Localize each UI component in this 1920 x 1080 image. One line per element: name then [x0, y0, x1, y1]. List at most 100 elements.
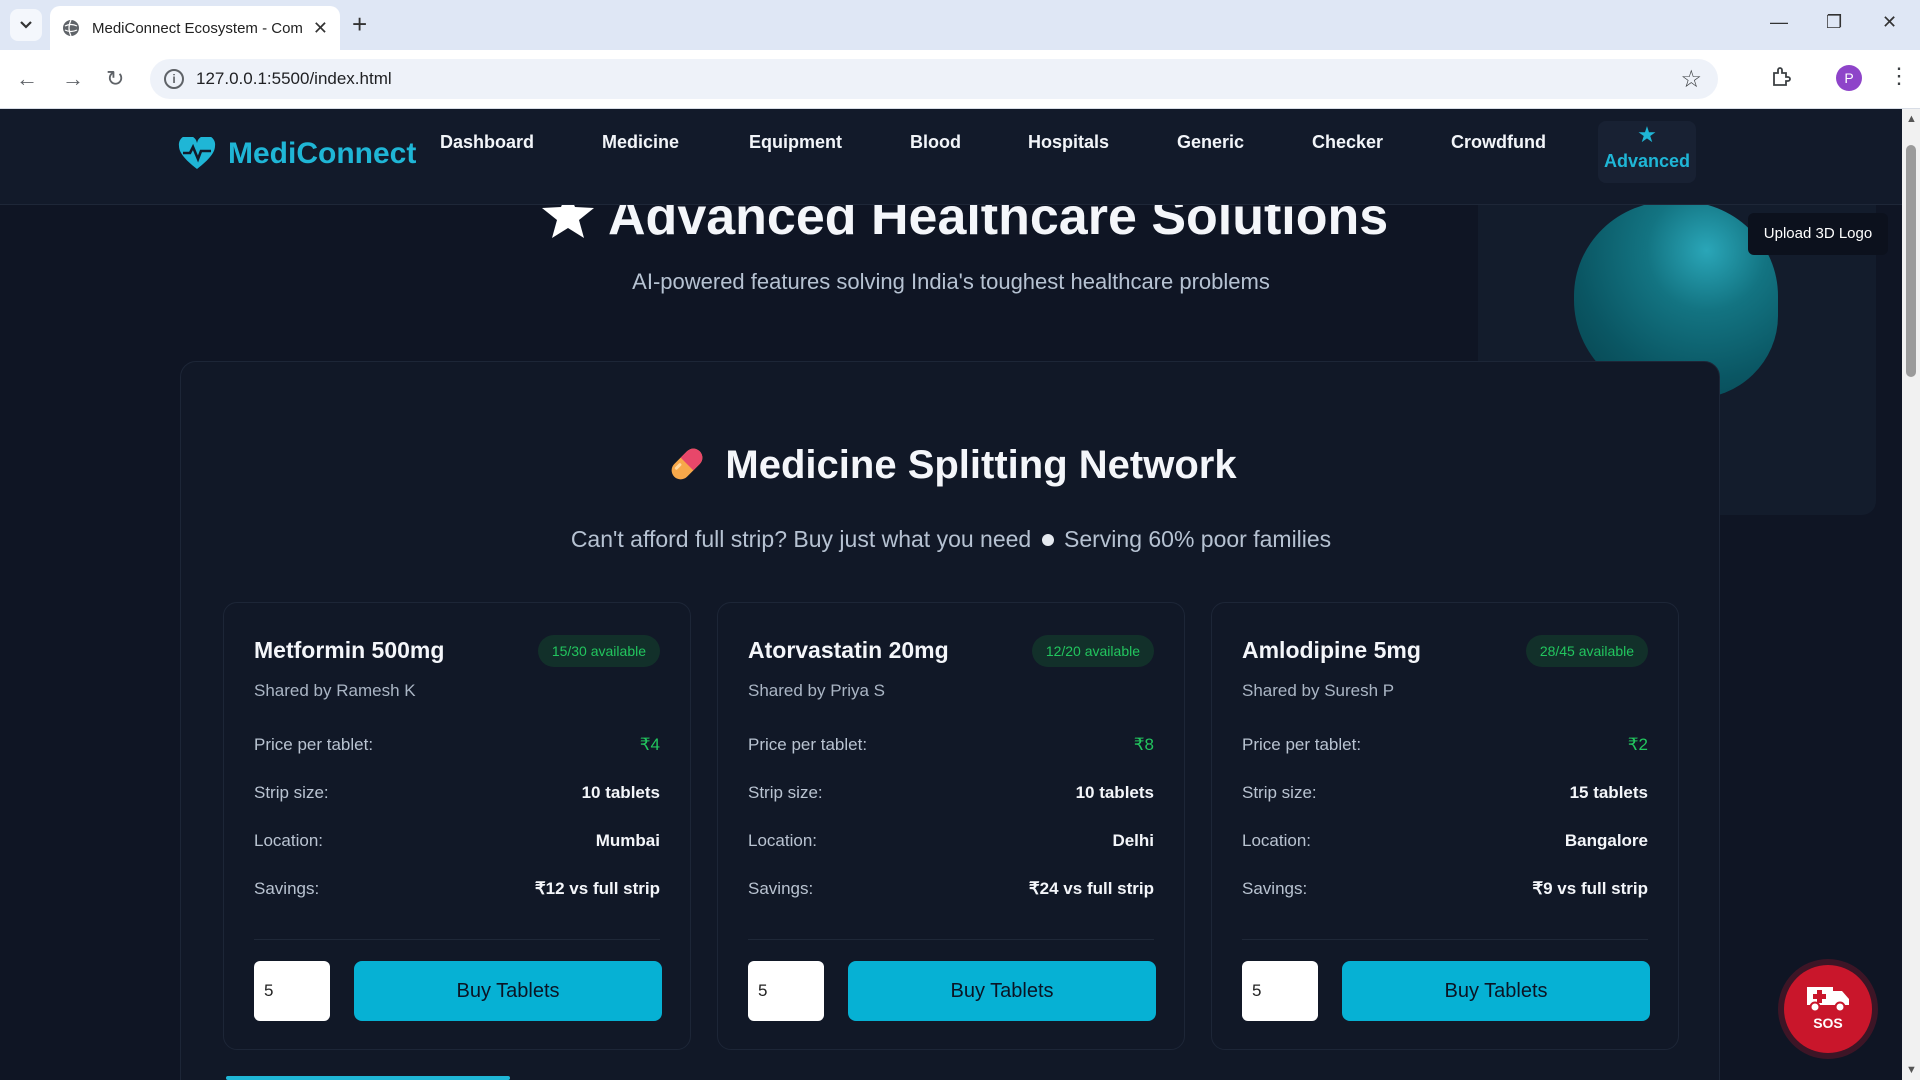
bookmark-star-icon[interactable]: ☆: [1680, 65, 1702, 94]
price-value: ₹4: [639, 735, 660, 754]
tab-close-icon[interactable]: ✕: [313, 18, 328, 39]
bullet-dot: [1041, 534, 1054, 546]
nav-crowdfund[interactable]: Crowdfund: [1451, 132, 1546, 153]
logo-text: MediConnect: [228, 137, 417, 170]
splitting-subtitle-b: Serving 60% poor families: [1064, 526, 1332, 552]
buy-tablets-button[interactable]: Buy Tablets: [1342, 961, 1650, 1021]
browser-tab-active[interactable]: MediConnect Ecosystem - Com ✕: [50, 6, 340, 50]
buy-tablets-button[interactable]: Buy Tablets: [848, 961, 1156, 1021]
page-scrollbar[interactable]: ▲ ▼: [1902, 109, 1920, 1080]
savings-row: Savings: ₹9 vs full strip: [1242, 879, 1648, 903]
location-value: Mumbai: [595, 831, 660, 850]
price-row: Price per tablet: ₹4: [254, 735, 660, 759]
nav-hospitals[interactable]: Hospitals: [1028, 132, 1109, 153]
ambulance-icon: [1807, 987, 1849, 1013]
card-divider: [748, 939, 1154, 940]
splitting-title-text: Medicine Splitting Network: [725, 443, 1237, 487]
heart-pulse-icon: [178, 137, 216, 169]
price-value: ₹2: [1627, 735, 1648, 754]
quantity-input[interactable]: [1242, 961, 1318, 1021]
medicine-splitting-section: Medicine Splitting Network Can't afford …: [180, 361, 1720, 1080]
sos-button[interactable]: SOS: [1784, 965, 1872, 1053]
savings-row: Savings: ₹12 vs full strip: [254, 879, 660, 903]
medicine-name: Metformin 500mg: [254, 637, 445, 663]
nav-advanced[interactable]: ★ Advanced: [1598, 121, 1696, 183]
medicine-card: Atorvastatin 20mg 12/20 available Shared…: [717, 602, 1185, 1050]
nav-medicine[interactable]: Medicine: [602, 132, 679, 153]
browser-menu-icon[interactable]: ⋮: [1888, 64, 1910, 88]
minimize-icon[interactable]: —: [1770, 12, 1788, 33]
savings-label: Savings:: [748, 879, 814, 898]
close-window-icon[interactable]: ✕: [1882, 12, 1897, 33]
card-divider: [254, 939, 660, 940]
location-label: Location:: [1242, 831, 1311, 850]
location-label: Location:: [748, 831, 817, 850]
medicine-card: Metformin 500mg 15/30 available Shared b…: [223, 602, 691, 1050]
scroll-up-icon[interactable]: ▲: [1906, 113, 1917, 125]
site-logo[interactable]: MediConnect: [178, 137, 416, 171]
savings-value: ₹9 vs full strip: [1532, 879, 1648, 898]
reload-icon[interactable]: ↻: [106, 67, 124, 91]
sos-label: SOS: [1813, 1015, 1843, 1031]
location-row: Location: Mumbai: [254, 831, 660, 855]
medicine-card: Amlodipine 5mg 28/45 available Shared by…: [1211, 602, 1679, 1050]
savings-value: ₹12 vs full strip: [534, 879, 660, 898]
restore-icon[interactable]: ❐: [1826, 12, 1842, 33]
back-icon[interactable]: ←: [16, 67, 38, 91]
price-row: Price per tablet: ₹2: [1242, 735, 1648, 759]
quantity-input[interactable]: [748, 961, 824, 1021]
address-bar[interactable]: i 127.0.0.1:5500/index.html ☆: [150, 59, 1718, 99]
new-tab-button[interactable]: +: [352, 10, 367, 38]
star-icon: ★: [1637, 122, 1657, 147]
price-value: ₹8: [1133, 735, 1154, 754]
nav-checker[interactable]: Checker: [1312, 132, 1383, 153]
scroll-thumb[interactable]: [1906, 145, 1916, 377]
strip-row: Strip size: 15 tablets: [1242, 783, 1648, 807]
pill-icon: [672, 448, 703, 480]
location-value: Delhi: [1112, 831, 1154, 850]
tab-title: MediConnect Ecosystem - Com: [92, 19, 302, 37]
savings-value: ₹24 vs full strip: [1028, 879, 1154, 898]
url-text[interactable]: 127.0.0.1:5500/index.html: [196, 69, 392, 89]
quantity-input[interactable]: [254, 961, 330, 1021]
price-label: Price per tablet:: [254, 735, 374, 754]
strip-value: 10 tablets: [581, 783, 660, 802]
strip-label: Strip size:: [254, 783, 329, 802]
scroll-down-icon[interactable]: ▼: [1906, 1064, 1917, 1076]
info-icon[interactable]: i: [164, 69, 184, 89]
buy-tablets-button[interactable]: Buy Tablets: [354, 961, 662, 1021]
next-section-tab-indicator: [226, 1076, 510, 1080]
savings-row: Savings: ₹24 vs full strip: [748, 879, 1154, 903]
chevron-down-icon: [20, 21, 32, 29]
upload-3d-logo-button[interactable]: Upload 3D Logo: [1748, 213, 1888, 255]
savings-label: Savings:: [254, 879, 320, 898]
price-label: Price per tablet:: [1242, 735, 1362, 754]
extensions-icon[interactable]: [1770, 66, 1792, 88]
globe-icon: [63, 19, 79, 37]
nav-dashboard[interactable]: Dashboard: [440, 132, 534, 153]
nav-generic[interactable]: Generic: [1177, 132, 1244, 153]
location-row: Location: Delhi: [748, 831, 1154, 855]
location-row: Location: Bangalore: [1242, 831, 1648, 855]
forward-icon[interactable]: →: [62, 67, 84, 91]
strip-label: Strip size:: [748, 783, 823, 802]
browser-tab-bar: MediConnect Ecosystem - Com ✕ + — ❐ ✕: [0, 0, 1920, 50]
nav-blood[interactable]: Blood: [910, 132, 961, 153]
availability-badge: 15/30 available: [537, 635, 660, 667]
site-navbar: MediConnect Dashboard Medicine Equipment…: [0, 109, 1902, 205]
strip-row: Strip size: 10 tablets: [254, 783, 660, 807]
page-viewport: Advanced Healthcare Solutions AI-powered…: [0, 109, 1902, 1080]
card-divider: [1242, 939, 1648, 940]
availability-badge: 28/45 available: [1525, 635, 1648, 667]
savings-label: Savings:: [1242, 879, 1308, 898]
tab-search-button[interactable]: [10, 9, 42, 41]
location-value: Bangalore: [1564, 831, 1648, 850]
nav-advanced-label: Advanced: [1603, 151, 1691, 171]
strip-label: Strip size:: [1242, 783, 1317, 802]
strip-value: 10 tablets: [1075, 783, 1154, 802]
nav-equipment[interactable]: Equipment: [749, 132, 842, 153]
profile-avatar[interactable]: P: [1836, 65, 1862, 91]
shared-by: Shared by Ramesh K: [254, 681, 416, 700]
splitting-title: Medicine Splitting Network: [181, 442, 1721, 488]
price-label: Price per tablet:: [748, 735, 868, 754]
